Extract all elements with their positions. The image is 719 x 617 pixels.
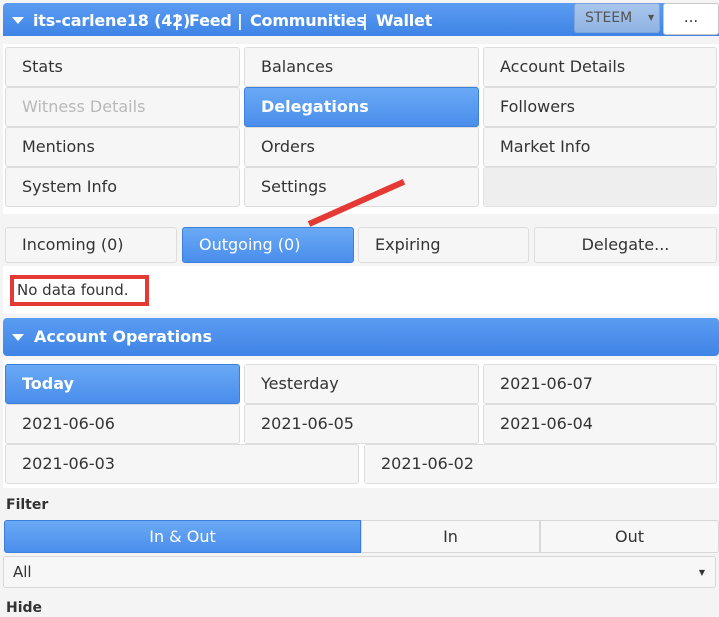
tab-expiring[interactable]: Expiring <box>358 227 529 263</box>
currency-select-value: STEEM <box>585 10 633 26</box>
date-button[interactable]: 2021-06-02 <box>364 444 717 484</box>
date-button[interactable]: 2021-06-05 <box>244 404 479 444</box>
annotation-highlight-box <box>10 275 149 306</box>
menu-mentions-button[interactable]: Mentions <box>5 127 240 167</box>
tab-incoming[interactable]: Incoming (0) <box>5 227 177 263</box>
collapse-triangle-icon[interactable] <box>12 17 24 24</box>
operation-type-select[interactable]: All ▼ <box>3 556 716 588</box>
dropdown-arrow-icon: ▼ <box>698 568 705 577</box>
account-operations-title: Account Operations <box>34 327 212 346</box>
menu-delegations-button[interactable]: Delegations <box>244 87 479 127</box>
hide-label: Hide <box>6 600 43 616</box>
date-button[interactable]: 2021-06-03 <box>5 444 359 484</box>
nav-feed-link[interactable]: Feed <box>189 11 232 30</box>
menu-system-info-button[interactable]: System Info <box>5 167 240 207</box>
currency-select[interactable]: STEEM ▼ <box>574 3 660 33</box>
filter-label: Filter <box>6 497 49 513</box>
menu-followers-button[interactable]: Followers <box>483 87 717 127</box>
dropdown-arrow-icon: ▼ <box>648 13 655 22</box>
more-menu-button[interactable]: ... <box>663 3 719 35</box>
operation-type-value: All <box>13 563 32 581</box>
menu-stats-button[interactable]: Stats <box>5 47 240 87</box>
date-today-button[interactable]: Today <box>5 364 240 404</box>
nav-communities-link[interactable]: Communities <box>250 11 366 30</box>
filter-out-option[interactable]: Out <box>540 520 719 553</box>
menu-balances-button[interactable]: Balances <box>244 47 479 87</box>
menu-orders-button[interactable]: Orders <box>244 127 479 167</box>
nav-separator: | <box>174 11 180 30</box>
filter-in-out-option[interactable]: In & Out <box>4 520 361 553</box>
menu-witness-details-button: Witness Details <box>5 87 240 127</box>
date-yesterday-button[interactable]: Yesterday <box>244 364 479 404</box>
account-name-link[interactable]: its-carlene18 (42) <box>33 11 190 30</box>
date-button[interactable]: 2021-06-04 <box>483 404 717 444</box>
date-button[interactable]: 2021-06-07 <box>483 364 717 404</box>
account-operations-header[interactable]: Account Operations <box>3 318 719 356</box>
nav-separator: | <box>362 11 368 30</box>
delegate-button[interactable]: Delegate... <box>534 227 717 263</box>
nav-separator: | <box>237 11 243 30</box>
menu-market-info-button[interactable]: Market Info <box>483 127 717 167</box>
menu-empty-cell <box>483 167 717 207</box>
date-button[interactable]: 2021-06-06 <box>5 404 240 444</box>
collapse-triangle-icon <box>12 334 24 341</box>
nav-wallet-link[interactable]: Wallet <box>376 11 432 30</box>
tab-outgoing[interactable]: Outgoing (0) <box>182 227 354 263</box>
menu-account-details-button[interactable]: Account Details <box>483 47 717 87</box>
filter-in-option[interactable]: In <box>361 520 540 553</box>
